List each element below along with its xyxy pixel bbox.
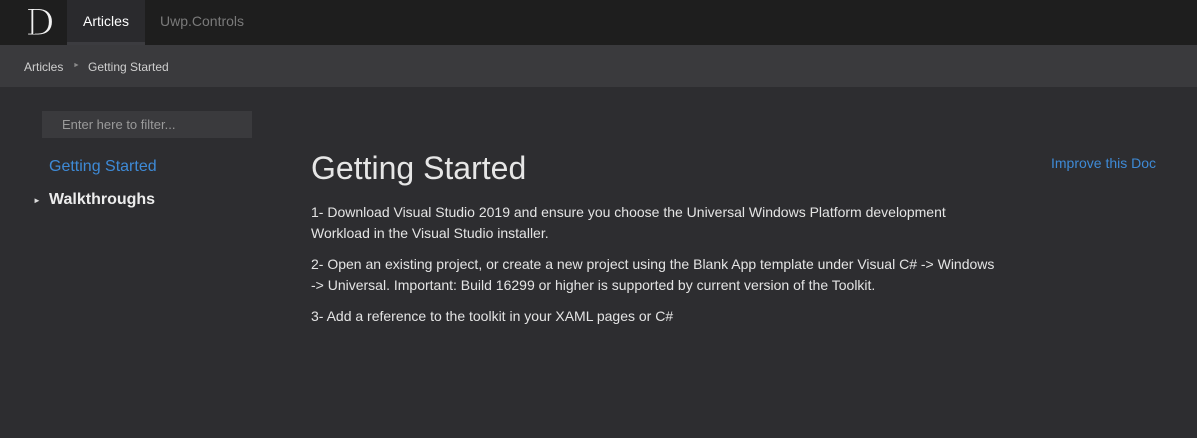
tab-articles[interactable]: Articles (67, 0, 145, 45)
logo-d-icon: D (25, 4, 55, 40)
site-logo[interactable]: D (22, 4, 58, 40)
breadcrumb-separator-icon: ► (73, 62, 80, 69)
paragraph-step-3: 3- Add a reference to the toolkit in you… (311, 308, 674, 324)
toc-filter-input[interactable] (42, 111, 252, 138)
logo-letter: D (26, 4, 55, 40)
breadcrumb-item-articles[interactable]: Articles (24, 60, 63, 74)
paragraph-step-1: 1- Download Visual Studio 2019 and ensur… (311, 204, 946, 241)
toc-item-getting-started[interactable]: Getting Started (49, 158, 157, 176)
breadcrumb-item-getting-started: Getting Started (88, 60, 169, 74)
breadcrumb: Articles ► Getting Started (0, 45, 1197, 87)
paragraph-step-2: 2- Open an existing project, or create a… (311, 256, 995, 293)
tab-uwp-controls[interactable]: Uwp.Controls (160, 0, 244, 45)
top-navbar: D Articles Uwp.Controls (0, 0, 1197, 45)
expand-arrow-icon[interactable]: ► (33, 196, 41, 205)
toc-item-walkthroughs[interactable]: Walkthroughs (49, 191, 155, 209)
improve-doc-link[interactable]: Improve this Doc (1051, 155, 1156, 171)
page-title: Getting Started (311, 150, 527, 186)
